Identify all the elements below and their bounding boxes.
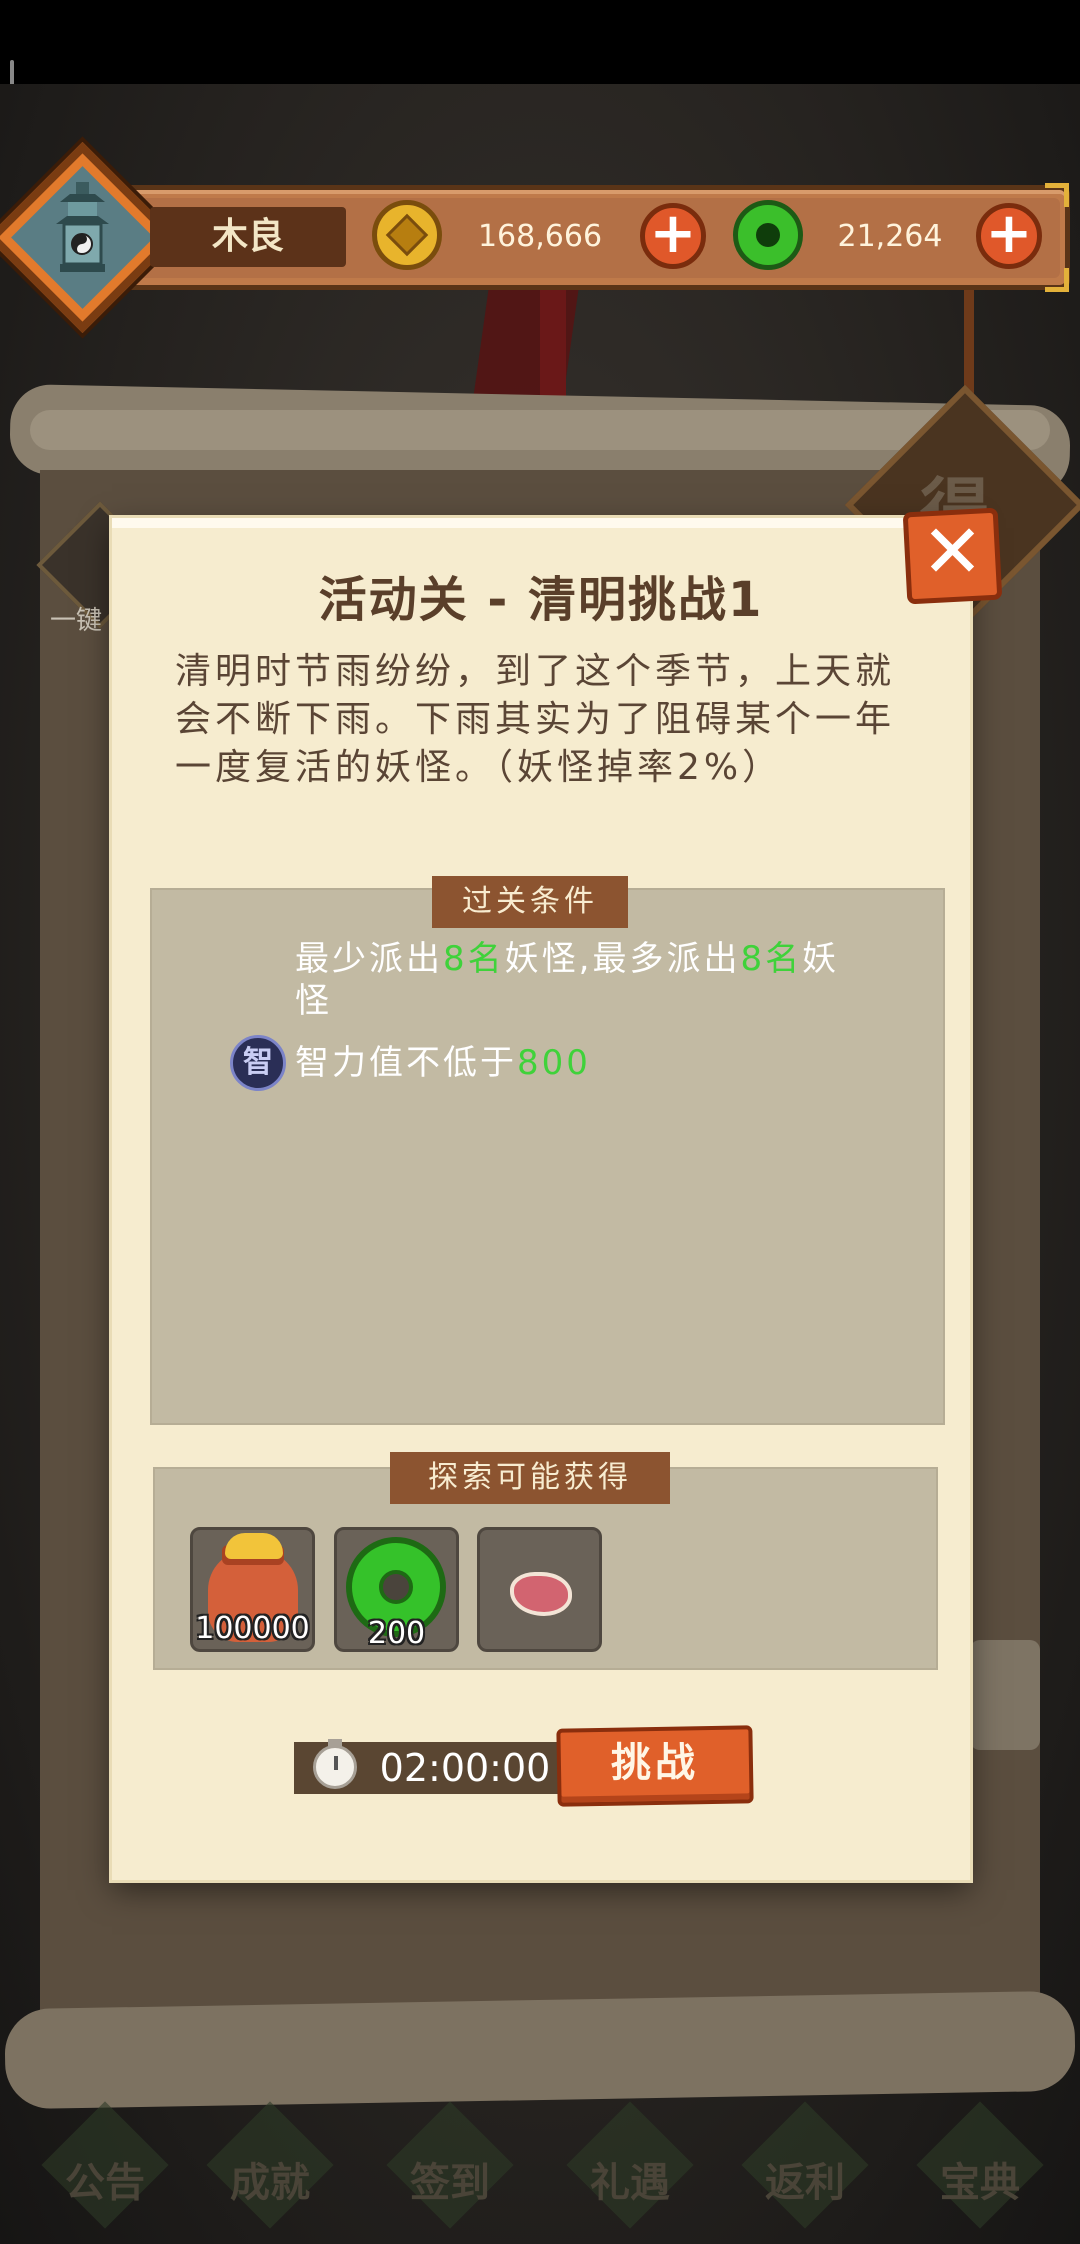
jade-amount: 21,264 xyxy=(837,219,943,254)
stopwatch-icon-hand xyxy=(334,1756,338,1770)
add-jade-button[interactable]: + xyxy=(976,203,1042,269)
condition-intelligence-value: 800 xyxy=(517,1043,591,1083)
scroll-top-highlight xyxy=(30,410,1050,450)
jade-coin-icon-hole xyxy=(379,1570,413,1604)
challenge-button-label[interactable]: 挑战 xyxy=(557,1727,753,1799)
nav-label: 宝典 xyxy=(940,2160,1020,2206)
conditions-tab-label: 过关条件 xyxy=(432,876,628,928)
condition-intelligence: 智力值不低于800 xyxy=(295,1040,855,1086)
reward-quantity: 100000 xyxy=(195,1611,310,1646)
condition-text: 智力值不低于 xyxy=(295,1043,517,1083)
intelligence-icon: 智 xyxy=(230,1035,286,1091)
nav-label: 礼遇 xyxy=(590,2160,670,2206)
background-left-text: 一键 xyxy=(50,606,103,636)
dialog-description: 清明时节雨纷纷，到了这个季节，上天就会不断下雨。下雨其实为了阻碍某个一年一度复活… xyxy=(175,651,896,788)
nav-item-announcement[interactable]: 公告 xyxy=(40,2101,170,2240)
reward-quantity: 200 xyxy=(367,1616,426,1651)
background-side-tab xyxy=(970,1640,1040,1750)
nav-item-checkin[interactable]: 签到 xyxy=(385,2101,515,2240)
condition-min-count: 8名 xyxy=(443,939,505,979)
corner-ornament xyxy=(1045,268,1069,292)
condition-text: 最少派出 xyxy=(295,939,443,979)
nav-item-guide[interactable]: 宝典 xyxy=(915,2101,1045,2240)
nav-label: 公告 xyxy=(65,2160,145,2206)
condition-team-size: 最少派出8名妖怪,最多派出8名妖怪 xyxy=(295,938,855,1022)
condition-text: 妖怪,最多派出 xyxy=(504,939,741,979)
gold-amount: 168,666 xyxy=(477,219,603,254)
nav-item-rebate[interactable]: 返利 xyxy=(740,2101,870,2240)
gold-bag-icon-coins xyxy=(225,1533,283,1559)
add-gold-button[interactable]: + xyxy=(640,203,706,269)
rewards-tab-label: 探索可能获得 xyxy=(390,1452,670,1504)
jade-coin-icon-hole xyxy=(756,223,780,247)
nav-label: 签到 xyxy=(410,2160,490,2206)
nav-label: 返利 xyxy=(765,2160,845,2206)
player-name: 木良 xyxy=(211,216,284,257)
dialog-title: 活动关 - 清明挑战1 xyxy=(318,572,764,628)
timer-text: 02:00:00 xyxy=(379,1746,551,1790)
nav-item-gift[interactable]: 礼遇 xyxy=(565,2101,695,2240)
dialog-paper-edge xyxy=(112,518,970,528)
corner-ornament xyxy=(1045,183,1069,207)
pagoda-avatar-icon xyxy=(56,182,109,272)
nav-label: 成就 xyxy=(230,2160,310,2206)
nav-item-achievement[interactable]: 成就 xyxy=(205,2101,335,2240)
condition-max-count: 8名 xyxy=(740,939,803,979)
bottom-nav: 公告 成就 签到 礼遇 返利 宝典 xyxy=(0,2080,1080,2244)
status-bar xyxy=(0,0,1080,84)
